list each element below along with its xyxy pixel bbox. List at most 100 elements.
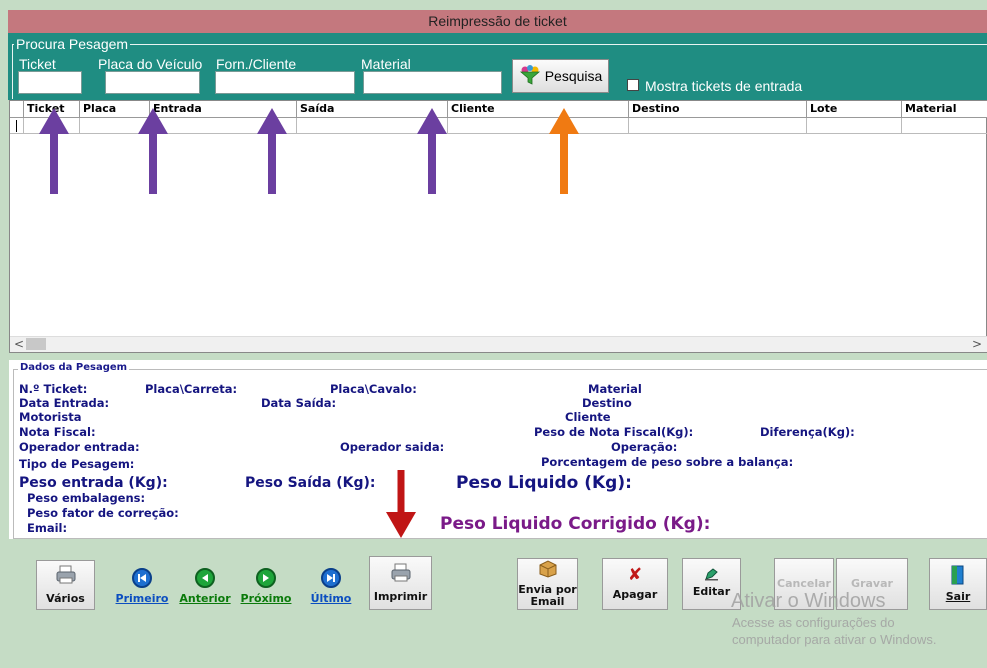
data-saida-label: Data Saída: <box>261 396 337 410</box>
operador-entrada-label: Operador entrada: <box>19 440 140 454</box>
envia-label-line2: Email <box>530 595 565 608</box>
placa-input[interactable] <box>105 71 200 94</box>
sair-label: Sair <box>945 590 971 603</box>
table-row[interactable] <box>10 118 987 134</box>
envia-email-button[interactable]: Envia por Email <box>517 558 578 610</box>
motorista-label: Motorista <box>19 410 82 424</box>
col-material[interactable]: Material <box>902 101 987 118</box>
proximo-button[interactable]: Próximo <box>240 568 292 605</box>
peso-fator-label: Peso fator de correção: <box>27 506 179 520</box>
forn-cliente-label: Forn./Cliente <box>216 56 297 72</box>
cell-destino[interactable] <box>629 118 807 134</box>
col-entrada[interactable]: Entrada <box>150 101 297 118</box>
destino-detail-label: Destino <box>582 396 632 410</box>
porcentagem-label: Porcentagem de peso sobre a balança: <box>541 455 794 469</box>
mostra-tickets-label: Mostra tickets de entrada <box>645 78 803 94</box>
peso-nota-fiscal-label: Peso de Nota Fiscal(Kg): <box>534 425 694 439</box>
col-ticket[interactable]: Ticket <box>24 101 80 118</box>
col-destino[interactable]: Destino <box>629 101 807 118</box>
placa-cavalo-label: Placa\Cavalo: <box>330 382 417 396</box>
window-title: Reimpressão de ticket <box>428 13 567 29</box>
cell-lote[interactable] <box>807 118 902 134</box>
placa-label: Placa do Veículo <box>98 56 203 72</box>
imprimir-label: Imprimir <box>373 590 428 603</box>
placa-carreta-label: Placa\Carreta: <box>145 382 238 396</box>
n-ticket-label: N.º Ticket: <box>19 382 88 396</box>
pesquisa-label: Pesquisa <box>544 68 603 84</box>
ticket-input[interactable] <box>18 71 82 94</box>
varios-button[interactable]: Vários <box>36 560 95 610</box>
data-entrada-label: Data Entrada: <box>19 396 110 410</box>
varios-label: Vários <box>46 592 85 605</box>
package-icon <box>538 560 558 581</box>
pesquisa-button[interactable]: Pesquisa <box>512 59 609 93</box>
scroll-left-icon[interactable]: < <box>14 337 24 351</box>
diferenca-label: Diferença(Kg): <box>760 425 855 439</box>
operador-saida-label: Operador saida: <box>340 440 445 454</box>
horizontal-scrollbar[interactable] <box>10 336 987 352</box>
previous-record-icon <box>195 568 215 588</box>
anterior-label: Anterior <box>179 592 231 605</box>
grid-header: Ticket Placa Entrada Saída Cliente Desti… <box>10 101 987 118</box>
cell-ticket[interactable] <box>24 118 80 134</box>
scroll-right-icon[interactable]: > <box>972 337 982 351</box>
cliente-detail-label: Cliente <box>565 410 611 424</box>
first-record-icon <box>132 568 152 588</box>
anterior-button[interactable]: Anterior <box>179 568 231 605</box>
peso-saida-label: Peso Saída (Kg): <box>245 475 376 491</box>
watermark-line3: computador para ativar o Windows. <box>732 632 937 647</box>
sair-button[interactable]: Sair <box>929 558 987 610</box>
ultimo-button[interactable]: Último <box>308 568 354 605</box>
col-lote[interactable]: Lote <box>807 101 902 118</box>
row-indicator <box>10 118 24 134</box>
primeiro-label: Primeiro <box>115 592 169 605</box>
activation-watermark-text: Acesse as configurações do computador pa… <box>732 614 936 648</box>
editar-label: Editar <box>692 585 731 598</box>
cell-material[interactable] <box>902 118 987 134</box>
imprimir-button[interactable]: Imprimir <box>369 556 432 610</box>
material-detail-label: Material <box>588 382 642 396</box>
next-record-icon <box>256 568 276 588</box>
exit-door-icon <box>950 565 966 588</box>
edit-icon <box>704 567 720 584</box>
cell-saida[interactable] <box>297 118 448 134</box>
printer-icon <box>55 565 77 588</box>
cell-cliente[interactable] <box>448 118 629 134</box>
last-record-icon <box>321 568 341 588</box>
material-input[interactable] <box>363 71 502 94</box>
results-grid[interactable] <box>9 100 987 353</box>
scroll-thumb[interactable] <box>26 338 46 350</box>
grid-header-indicator <box>10 101 24 118</box>
peso-liquido-corrigido-label: Peso Liquido Corrigido (Kg): <box>440 514 711 534</box>
cell-placa[interactable] <box>80 118 150 134</box>
search-group-legend: Procura Pesagem <box>14 36 131 52</box>
window-title-bar: Reimpressão de ticket <box>8 10 987 33</box>
apagar-button[interactable]: ✘ Apagar <box>602 558 668 610</box>
email-label: Email: <box>27 521 68 535</box>
material-label: Material <box>361 56 411 72</box>
activation-watermark-title: Ativar o Windows <box>731 590 886 612</box>
col-cliente[interactable]: Cliente <box>448 101 629 118</box>
primeiro-button[interactable]: Primeiro <box>116 568 168 605</box>
tipo-pesagem-label: Tipo de Pesagem: <box>19 457 135 471</box>
cancelar-label: Cancelar <box>777 577 831 590</box>
nota-fiscal-label: Nota Fiscal: <box>19 425 96 439</box>
funnel-icon <box>519 64 541 88</box>
forn-cliente-input[interactable] <box>215 71 355 94</box>
apagar-label: Apagar <box>612 588 658 601</box>
ultimo-label: Último <box>310 592 352 605</box>
col-saida[interactable]: Saída <box>297 101 448 118</box>
delete-x-icon: ✘ <box>627 565 643 585</box>
ticket-label: Ticket <box>19 56 56 72</box>
details-group-legend: Dados da Pesagem <box>18 362 130 373</box>
printer-icon <box>390 563 412 586</box>
proximo-label: Próximo <box>240 592 292 605</box>
operacao-label: Operação: <box>611 440 678 454</box>
cell-entrada[interactable] <box>150 118 297 134</box>
mostra-tickets-checkbox[interactable] <box>627 79 639 91</box>
col-placa[interactable]: Placa <box>80 101 150 118</box>
gravar-label: Gravar <box>851 577 893 590</box>
watermark-line2: Acesse as configurações do <box>732 615 895 630</box>
peso-embalagens-label: Peso embalagens: <box>27 491 146 505</box>
peso-entrada-label: Peso entrada (Kg): <box>19 475 168 491</box>
